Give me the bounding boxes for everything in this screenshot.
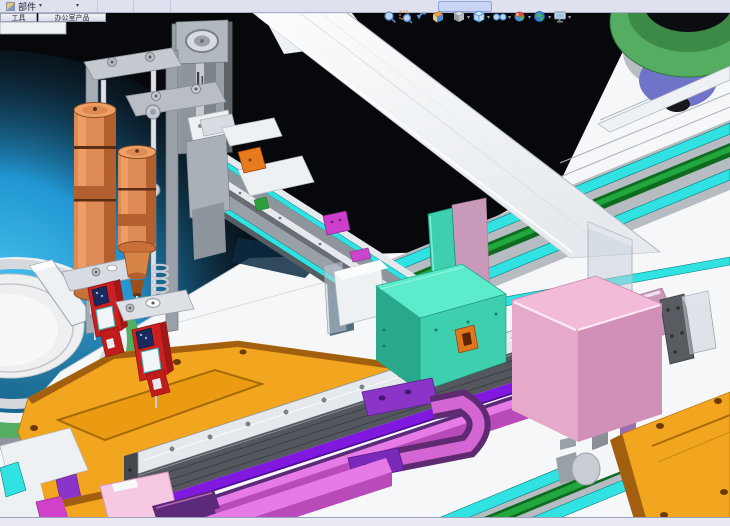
chevron-down-icon: ▾: [528, 14, 531, 21]
insert-component-label: 部件: [18, 0, 36, 13]
ribbon-bar: 部件 ▾ ▾: [0, 0, 730, 13]
edit-appearance-button[interactable]: ▾: [513, 10, 531, 25]
zoom-to-area-icon: [399, 10, 413, 24]
status-bar: [0, 517, 730, 526]
viewport-3d[interactable]: [0, 0, 730, 526]
section-view-icon: [431, 10, 445, 24]
view-settings-icon: [553, 10, 567, 24]
tab-tools[interactable]: 工具: [0, 13, 37, 22]
view-settings-button[interactable]: ▾: [553, 10, 571, 25]
ribbon-separator: [133, 1, 134, 12]
display-style-button[interactable]: ▾: [472, 10, 490, 25]
chevron-down-icon: ▾: [508, 14, 511, 21]
model-edge-fragment: [0, 22, 66, 34]
chevron-down-icon: ▾: [39, 0, 42, 12]
chevron-down-icon: ▾: [548, 14, 551, 21]
ribbon-separator: [97, 1, 98, 12]
previous-view-button[interactable]: [415, 10, 429, 25]
component-icon: [6, 2, 15, 11]
chevron-down-icon: ▾: [467, 14, 470, 21]
display-style-icon: [472, 10, 486, 24]
view-orientation-icon: [452, 10, 466, 24]
chevron-down-icon: ▾: [487, 14, 490, 21]
hide-show-items-icon: [492, 10, 507, 24]
apply-scene-icon: [533, 10, 547, 24]
insert-component-button[interactable]: 部件 ▾: [6, 0, 42, 12]
cad-application-window: 部件 ▾ ▾ 工具 办公室产品: [0, 0, 730, 526]
view-orientation-button[interactable]: ▾: [452, 10, 470, 25]
edit-appearance-icon: [513, 10, 527, 24]
chevron-down-icon[interactable]: ▾: [76, 0, 79, 12]
tab-office-products[interactable]: 办公室产品: [38, 13, 106, 22]
apply-scene-button[interactable]: ▾: [533, 10, 551, 25]
chevron-down-icon: ▾: [568, 14, 571, 21]
headsup-view-toolbar: ▾ ▾ ▾ ▾ ▾: [383, 9, 571, 25]
hide-show-items-button[interactable]: ▾: [492, 10, 511, 25]
previous-view-icon: [415, 10, 429, 24]
zoom-to-fit-button[interactable]: [383, 10, 397, 25]
section-view-button[interactable]: [431, 10, 445, 25]
ribbon-separator: [170, 1, 171, 12]
zoom-to-area-button[interactable]: [399, 10, 413, 25]
zoom-to-fit-icon: [383, 10, 397, 24]
